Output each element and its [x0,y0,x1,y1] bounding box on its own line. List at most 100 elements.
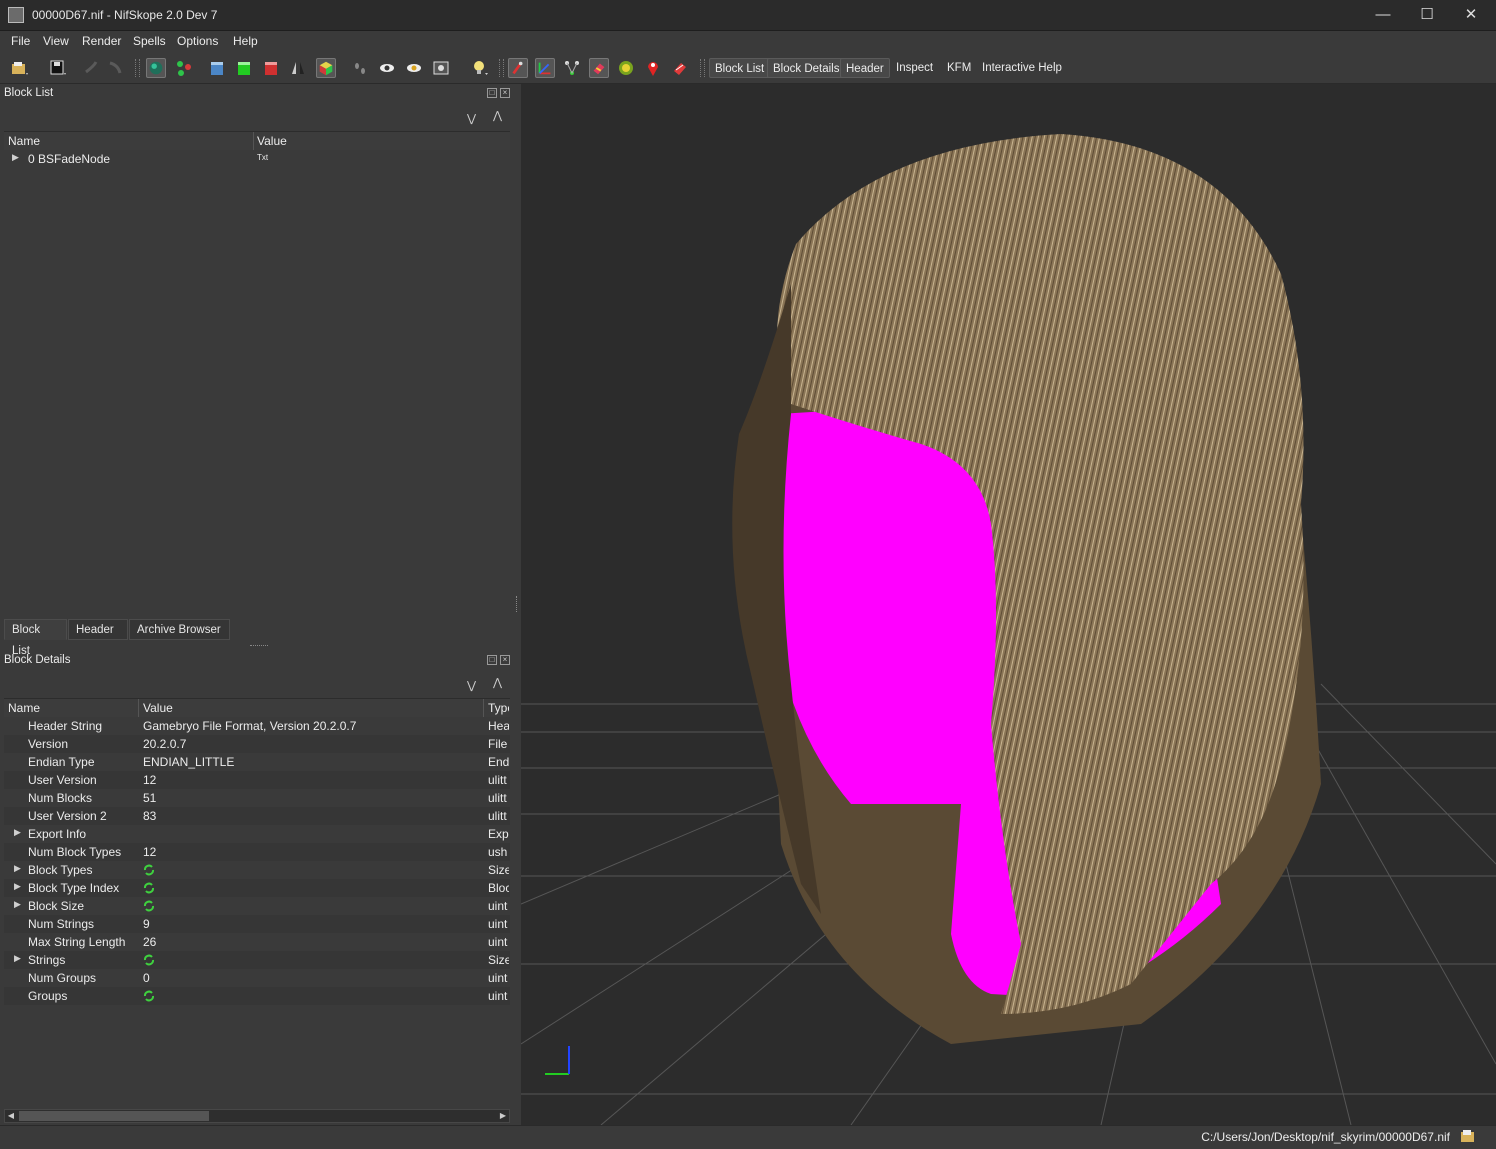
table-row[interactable]: User Version 12 ulitt [4,771,510,789]
tree-row[interactable]: ▶ 0 BSFadeNode Txt [4,150,510,168]
table-row[interactable]: Header String Gamebryo File Format, Versi… [4,717,510,735]
expand-arrow-icon[interactable]: ▶ [14,827,21,838]
refresh-icon[interactable] [143,954,155,966]
expand-arrow-icon[interactable]: ▶ [14,899,21,910]
expand-arrow-icon[interactable]: ▶ [14,953,21,964]
kfm-button[interactable]: KFM [942,58,976,78]
render-viewport[interactable] [521,84,1496,1125]
cube-red-icon[interactable] [261,58,281,78]
axes-icon[interactable] [535,58,555,78]
close-icon[interactable]: ✕ [1448,0,1494,30]
scrollbar-thumb[interactable] [19,1111,209,1121]
column-value[interactable]: Value [257,134,287,148]
block-list-toggle-button[interactable]: Block List [709,58,771,78]
field-value[interactable]: 20.2.0.7 [143,737,186,751]
maximize-icon[interactable]: ☐ [1404,0,1450,30]
close-pane-icon[interactable]: × [500,88,510,98]
menu-file[interactable]: File [11,34,30,48]
refresh-icon[interactable] [143,900,155,912]
cube-green-icon[interactable] [234,58,254,78]
flip-icon[interactable] [288,58,308,78]
header-toggle-button[interactable]: Header [840,58,890,78]
table-row[interactable]: User Version 2 83 ulitt [4,807,510,825]
scroll-right-icon[interactable]: ▶ [497,1110,509,1122]
field-value[interactable]: 9 [143,917,150,931]
table-row[interactable]: Num Block Types 12 ush [4,843,510,861]
table-row[interactable]: Groups uint [4,987,510,1005]
select-tool-icon[interactable] [508,58,528,78]
open-icon[interactable] [10,58,30,78]
table-row[interactable]: Num Strings 9 uint [4,915,510,933]
tab-archive-browser[interactable]: Archive Browser [129,619,230,640]
table-row[interactable]: Endian Type ENDIAN_LITTLE End [4,753,510,771]
vertical-splitter-handle[interactable] [516,596,519,612]
table-row[interactable]: ▶ Block Size uint [4,897,510,915]
eye-yellow-icon[interactable] [404,58,424,78]
collapse-all-icon[interactable]: ⋀ [493,676,502,689]
table-row[interactable]: Num Groups 0 uint [4,969,510,987]
column-name[interactable]: Name [8,134,40,148]
shape-icon[interactable] [670,58,690,78]
eye-icon[interactable] [377,58,397,78]
inspect-button[interactable]: Inspect [891,58,938,78]
field-value[interactable]: ENDIAN_LITTLE [143,755,234,769]
field-value[interactable]: 83 [143,809,156,823]
column-type[interactable]: Type [488,701,509,715]
interactive-help-button[interactable]: Interactive Help [977,58,1067,78]
table-row[interactable]: ▶ Strings Size [4,951,510,969]
refresh-icon[interactable] [143,990,155,1002]
float-icon[interactable]: □ [487,88,497,98]
block-details-toggle-button[interactable]: Block Details [767,58,846,78]
eraser-icon[interactable] [589,58,609,78]
column-name[interactable]: Name [8,701,40,715]
menu-view[interactable]: View [43,34,69,48]
field-value[interactable]: 12 [143,773,156,787]
refresh-icon[interactable] [143,864,155,876]
field-value[interactable]: 51 [143,791,156,805]
expand-all-icon[interactable]: ⋁ [467,679,476,692]
scroll-left-icon[interactable]: ◀ [5,1110,17,1122]
table-row[interactable]: ▶ Block Type Index Bloc [4,879,510,897]
table-row[interactable]: Version 20.2.0.7 File [4,735,510,753]
expand-arrow-icon[interactable]: ▶ [14,863,21,874]
undo-icon[interactable] [80,58,100,78]
tab-block-list[interactable]: Block List [4,619,67,657]
field-value[interactable]: 0 [143,971,150,985]
marker-icon[interactable] [643,58,663,78]
save-icon[interactable] [48,58,68,78]
menu-options[interactable]: Options [177,34,218,48]
globe-icon[interactable] [146,58,166,78]
close-pane-icon[interactable]: × [500,655,510,665]
field-value[interactable]: 12 [143,845,156,859]
column-divider[interactable] [253,132,254,150]
sphere-icon[interactable] [616,58,636,78]
menu-help[interactable]: Help [233,34,258,48]
table-row[interactable]: ▶ Export Info Exp [4,825,510,843]
footprints-icon[interactable] [350,58,370,78]
table-row[interactable]: Max String Length 26 uint [4,933,510,951]
expand-all-icon[interactable]: ⋁ [467,112,476,125]
lightbulb-icon[interactable] [470,58,490,78]
horizontal-splitter-handle[interactable] [250,645,268,648]
menu-render[interactable]: Render [82,34,121,48]
table-row[interactable]: ▶ Block Types Size [4,861,510,879]
column-divider[interactable] [138,699,139,717]
expand-arrow-icon[interactable]: ▶ [12,152,19,163]
table-row[interactable]: Num Blocks 51 ulitt [4,789,510,807]
camera-icon[interactable] [431,58,451,78]
collapse-all-icon[interactable]: ⋀ [493,109,502,122]
cube-front-icon[interactable] [207,58,227,78]
float-icon[interactable]: □ [487,655,497,665]
nodes-icon[interactable] [174,58,194,78]
column-divider[interactable] [483,699,484,717]
minimize-icon[interactable]: — [1360,0,1406,30]
field-value[interactable]: Gamebryo File Format, Version 20.2.0.7 [143,719,356,733]
cube-color-icon[interactable] [316,58,336,78]
refresh-icon[interactable] [143,882,155,894]
horizontal-scrollbar[interactable]: ◀ ▶ [4,1109,510,1123]
field-value[interactable]: 26 [143,935,156,949]
menu-spells[interactable]: Spells [133,34,166,48]
column-value[interactable]: Value [143,701,173,715]
tab-header[interactable]: Header [68,619,128,640]
vertices-icon[interactable] [562,58,582,78]
